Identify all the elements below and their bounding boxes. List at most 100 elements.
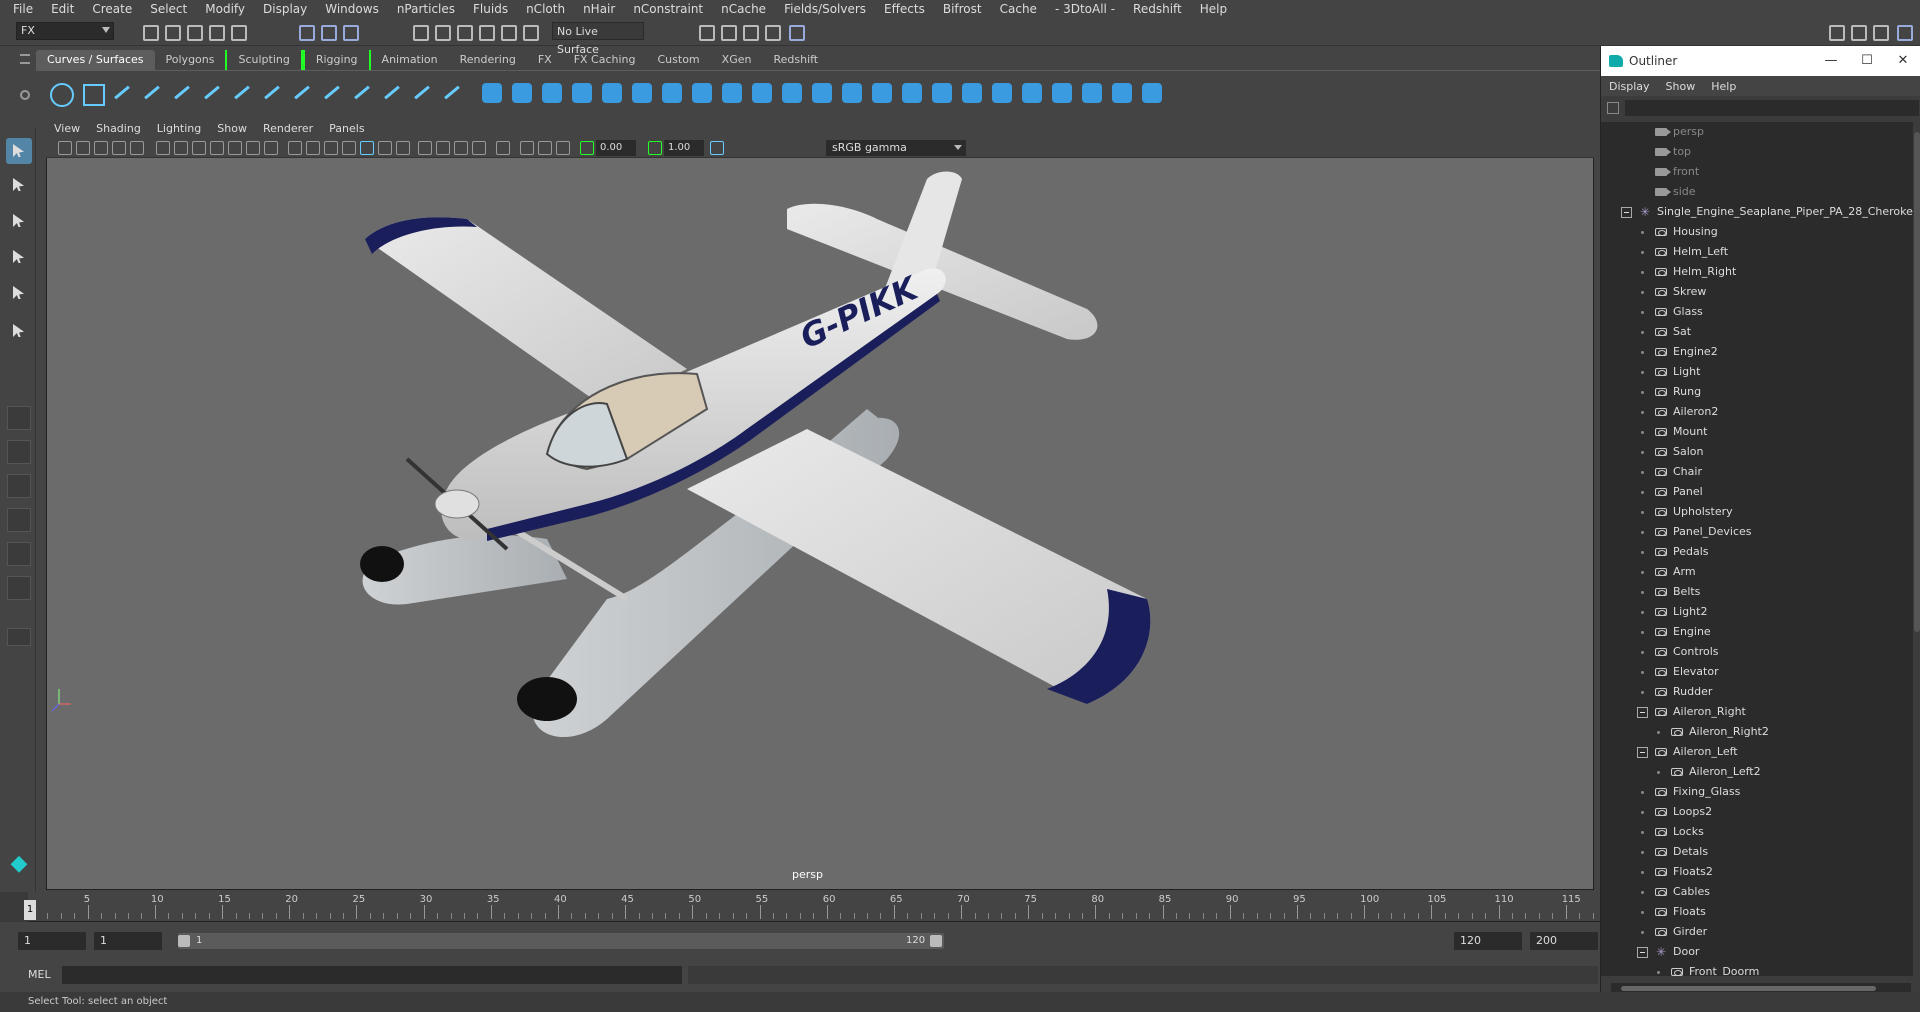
outliner-menu-help[interactable]: Help	[1703, 80, 1744, 93]
menu-nconstraint[interactable]: nConstraint	[624, 0, 712, 18]
menu-modify[interactable]: Modify	[196, 0, 254, 18]
open-scene-icon[interactable]	[162, 22, 181, 41]
outliner-item[interactable]: Helm_Left	[1601, 242, 1913, 262]
smooth-shade-icon[interactable]	[306, 141, 320, 155]
outliner-item[interactable]: Floats	[1601, 902, 1913, 922]
outliner-menu-display[interactable]: Display	[1601, 80, 1658, 93]
2d-pan-zoom-icon[interactable]	[130, 141, 144, 155]
outliner-item[interactable]: Loops2	[1601, 802, 1913, 822]
menu-bifrost[interactable]: Bifrost	[934, 0, 991, 18]
wireframe-on-shaded-icon[interactable]	[342, 141, 356, 155]
shelf-tab-sculpting[interactable]: Sculpting	[225, 50, 303, 70]
select-object-icon[interactable]	[318, 22, 337, 41]
xray-icon[interactable]	[520, 141, 534, 155]
outliner-item[interactable]: ✳ Single_Engine_Seaplane_Piper_PA_28_Cher…	[1601, 202, 1913, 222]
outliner-item[interactable]: Locks	[1601, 822, 1913, 842]
menu-cache[interactable]: Cache	[991, 0, 1046, 18]
safe-title-icon[interactable]	[264, 141, 278, 155]
field-chart-icon[interactable]	[228, 141, 242, 155]
outliner-item[interactable]: Panel	[1601, 482, 1913, 502]
toggle-attribute-editor-icon[interactable]	[1870, 22, 1889, 41]
snap-curve-icon[interactable]	[432, 22, 451, 41]
gate-mask-icon[interactable]	[210, 141, 224, 155]
shelf-tab-fx[interactable]: FX	[527, 50, 563, 70]
outliner-item[interactable]: Light2	[1601, 602, 1913, 622]
planar-icon[interactable]	[720, 81, 744, 105]
outliner-item[interactable]: Aileron_Left2	[1601, 762, 1913, 782]
menu-fields-solvers[interactable]: Fields/Solvers	[775, 0, 875, 18]
depth-of-field-icon[interactable]	[472, 141, 486, 155]
extend-curve-icon[interactable]	[350, 81, 374, 105]
menu-create[interactable]: Create	[83, 0, 141, 18]
rebuild-curve-icon[interactable]	[410, 81, 434, 105]
current-frame-marker[interactable]: 1	[24, 900, 36, 920]
trim-tool-icon[interactable]	[900, 81, 924, 105]
nurbs-cube-icon[interactable]	[510, 81, 534, 105]
outliner-item[interactable]: Arm	[1601, 562, 1913, 582]
snap-view-plane-icon[interactable]	[476, 22, 495, 41]
untrim-icon[interactable]	[930, 81, 954, 105]
animation-start-field[interactable]: 1	[18, 932, 86, 950]
workspace-icon[interactable]	[1826, 22, 1845, 41]
outliner-item[interactable]: Aileron2	[1601, 402, 1913, 422]
detach-curves-icon[interactable]	[290, 81, 314, 105]
undo-icon[interactable]	[206, 22, 225, 41]
birail-icon[interactable]	[780, 81, 804, 105]
outliner-item[interactable]: top	[1601, 142, 1913, 162]
toggle-outliner-icon[interactable]	[1894, 22, 1913, 41]
textured-icon[interactable]	[360, 141, 374, 155]
outliner-item[interactable]: Panel_Devices	[1601, 522, 1913, 542]
shelf-tab-fx-caching[interactable]: FX Caching	[563, 50, 647, 70]
outliner-item[interactable]: Engine2	[1601, 342, 1913, 362]
viewport-menu-show[interactable]: Show	[209, 122, 255, 135]
snap-grid-icon[interactable]	[410, 22, 429, 41]
outliner-item[interactable]: Sat	[1601, 322, 1913, 342]
scale-tool-icon[interactable]	[6, 318, 32, 344]
filter-icon[interactable]	[1607, 102, 1619, 114]
use-all-lights-icon[interactable]	[378, 141, 392, 155]
menu-help[interactable]: Help	[1191, 0, 1236, 18]
camera-attributes-icon[interactable]	[76, 141, 90, 155]
menu-effects[interactable]: Effects	[875, 0, 934, 18]
project-curve-icon[interactable]	[960, 81, 984, 105]
lasso-tool-icon[interactable]	[6, 172, 32, 198]
select-tool-icon[interactable]	[6, 138, 32, 164]
film-gate-icon[interactable]	[174, 141, 188, 155]
xray-active-icon[interactable]	[538, 141, 552, 155]
boundary-icon[interactable]	[840, 81, 864, 105]
rebuild-surface-icon[interactable]	[1140, 81, 1164, 105]
animation-end-field[interactable]: 200	[1530, 932, 1598, 950]
minimize-icon[interactable]: —	[1813, 46, 1849, 76]
maximize-icon[interactable]: ☐	[1849, 46, 1885, 76]
menu-windows[interactable]: Windows	[316, 0, 388, 18]
open-close-surfaces-icon[interactable]	[1080, 81, 1104, 105]
select-component-icon[interactable]	[340, 22, 359, 41]
rotate-tool-icon[interactable]	[6, 280, 32, 306]
insert-isoparms-icon[interactable]	[1110, 81, 1134, 105]
shelf-tab-xgen[interactable]: XGen	[711, 50, 763, 70]
outliner-item[interactable]: Light	[1601, 362, 1913, 382]
menu-edit[interactable]: Edit	[42, 0, 83, 18]
four-view-layout-icon[interactable]	[7, 440, 31, 464]
menu-ncache[interactable]: nCache	[712, 0, 775, 18]
collapse-icon[interactable]	[1621, 207, 1632, 218]
gamma-icon[interactable]	[648, 141, 662, 155]
render-current-icon[interactable]	[718, 22, 737, 41]
gamma-field[interactable]: 1.00	[664, 140, 704, 156]
camera-select-icon[interactable]	[58, 141, 72, 155]
square-surface-icon[interactable]	[870, 81, 894, 105]
bezier-curve-icon[interactable]	[230, 81, 254, 105]
toggle-channel-box-icon[interactable]	[1848, 22, 1867, 41]
range-end-handle[interactable]	[930, 935, 942, 947]
shelf-tab-polygons[interactable]: Polygons	[155, 50, 226, 70]
viewport-menu-panels[interactable]: Panels	[321, 122, 372, 135]
bevel-plus-icon[interactable]	[810, 81, 834, 105]
collapse-icon[interactable]	[1637, 947, 1648, 958]
hypershade-layout-icon[interactable]	[7, 542, 31, 566]
loft-icon[interactable]	[690, 81, 714, 105]
playback-end-field[interactable]: 120	[1454, 932, 1522, 950]
outliner-item[interactable]: Pedals	[1601, 542, 1913, 562]
snap-live-icon[interactable]	[498, 22, 517, 41]
image-plane-icon[interactable]	[112, 141, 126, 155]
close-icon[interactable]: ✕	[1885, 46, 1920, 76]
